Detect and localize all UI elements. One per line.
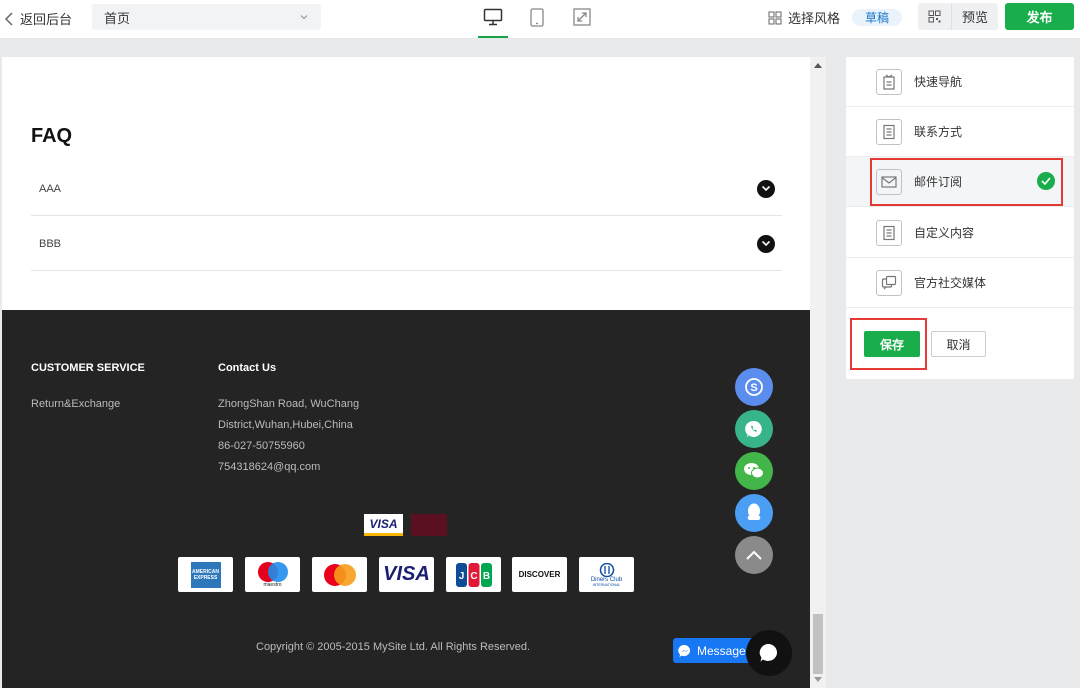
scroll-up-icon[interactable] xyxy=(814,63,822,68)
chevron-down-icon[interactable] xyxy=(757,179,775,198)
panel-item-label: 联系方式 xyxy=(914,125,963,139)
contact-doc-icon xyxy=(876,118,902,145)
qr-code-icon xyxy=(928,10,941,23)
chevron-left-icon xyxy=(4,11,13,26)
svg-text:S: S xyxy=(750,382,757,394)
choose-style-label: 选择风格 xyxy=(788,11,841,26)
qq-button[interactable] xyxy=(735,494,773,532)
social-share-icon xyxy=(876,269,902,296)
draft-badge: 草稿 xyxy=(852,9,902,26)
check-circle-icon xyxy=(1037,172,1055,190)
whatsapp-button[interactable] xyxy=(735,410,773,448)
canvas-scrollbar[interactable] xyxy=(810,57,826,688)
customer-service-heading: CUSTOMER SERVICE xyxy=(31,362,145,374)
back-to-top-button[interactable] xyxy=(735,536,773,574)
page-select-value: 首页 xyxy=(104,10,131,26)
qq-icon xyxy=(747,503,761,520)
skype-icon: S xyxy=(745,378,763,396)
chat-bubble-icon xyxy=(759,643,778,662)
panel-item-custom-content[interactable]: 自定义内容 xyxy=(846,208,1074,258)
grid-icon xyxy=(768,11,782,24)
nav-doc-icon xyxy=(876,68,902,95)
qr-preview-button[interactable] xyxy=(918,3,952,30)
diners-club-card-icon: Diners Club INTERNATIONAL xyxy=(579,557,634,592)
choose-style-button[interactable]: 选择风格 xyxy=(768,8,840,27)
scroll-thumb[interactable] xyxy=(813,614,823,674)
return-exchange-link[interactable]: Return&Exchange xyxy=(31,398,120,410)
save-button[interactable]: 保存 xyxy=(864,331,920,357)
faq-question: BBB xyxy=(39,237,62,250)
discover-card-icon: DISCOVER xyxy=(512,557,567,592)
svg-text:B: B xyxy=(482,571,489,582)
page-select[interactable]: 首页 xyxy=(92,4,321,30)
panel-item-email-subscribe[interactable]: 邮件订阅 xyxy=(846,157,1074,207)
messenger-icon xyxy=(678,644,691,657)
back-to-admin-button[interactable]: 返回后台 xyxy=(4,9,72,28)
skype-button[interactable]: S xyxy=(735,368,773,406)
custom-doc-icon xyxy=(876,219,902,246)
publish-button[interactable]: 发布 xyxy=(1005,3,1074,30)
tablet-view-button[interactable] xyxy=(524,5,550,29)
contact-us-heading: Contact Us xyxy=(218,362,277,374)
svg-text:C: C xyxy=(470,571,477,582)
visa-card-icon: VISA xyxy=(379,557,434,592)
faq-question: AAA xyxy=(39,182,62,195)
desktop-icon xyxy=(483,8,503,26)
mail-icon xyxy=(876,168,902,195)
wechat-button[interactable] xyxy=(735,452,773,490)
copyright-text: Copyright © 2005-2015 MySite Ltd. All Ri… xyxy=(256,641,531,653)
panel-item-quick-nav[interactable]: 快速导航 xyxy=(846,57,1074,107)
jcb-card-icon: JCB xyxy=(446,557,501,592)
whatsapp-icon xyxy=(745,420,762,437)
panel-item-label: 快速导航 xyxy=(914,75,963,89)
panel-item-label: 官方社交媒体 xyxy=(914,276,987,290)
faq-item[interactable]: AAA xyxy=(31,162,782,216)
wechat-icon xyxy=(744,463,764,479)
panel-item-label: 自定义内容 xyxy=(914,226,975,240)
page-canvas: FAQ AAA BBB CUSTOMER SERVICE Return&Exch… xyxy=(2,57,810,688)
maestro-card-icon: maestro xyxy=(245,557,300,592)
fullscreen-button[interactable] xyxy=(569,5,595,29)
faq-item[interactable]: BBB xyxy=(31,217,782,271)
svg-text:J: J xyxy=(458,571,464,582)
visa-small-icon: VISA xyxy=(364,514,403,536)
contact-phone: 86-027-50755960 xyxy=(218,440,305,452)
panel-item-social-media[interactable]: 官方社交媒体 xyxy=(846,258,1074,308)
back-label: 返回后台 xyxy=(20,12,73,27)
amex-card-icon: AMERICAN EXPRESS xyxy=(178,557,233,592)
site-footer: CUSTOMER SERVICE Return&Exchange Contact… xyxy=(2,310,810,688)
panel-item-contact[interactable]: 联系方式 xyxy=(846,107,1074,157)
faq-title: FAQ xyxy=(31,125,73,147)
preview-button[interactable]: 预览 xyxy=(952,7,998,26)
chevron-up-icon xyxy=(746,550,762,560)
cancel-button[interactable]: 取消 xyxy=(931,331,986,357)
scroll-down-icon[interactable] xyxy=(814,677,822,682)
contact-address-line: District,Wuhan,Hubei,China xyxy=(218,419,353,431)
top-toolbar: 返回后台 首页 选择风格 草稿 预览 发布 xyxy=(0,0,1080,39)
chevron-down-icon xyxy=(300,15,308,20)
tablet-icon xyxy=(530,7,544,27)
payment-placeholder-icon xyxy=(411,514,447,536)
preview-group: 预览 xyxy=(918,3,998,30)
live-chat-button[interactable] xyxy=(746,630,792,676)
messenger-label: Message xyxy=(697,643,746,658)
contact-email[interactable]: 754318624@qq.com xyxy=(218,461,320,473)
chevron-down-icon[interactable] xyxy=(757,234,775,253)
mastercard-card-icon xyxy=(312,557,367,592)
expand-icon xyxy=(573,8,591,26)
contact-address-line: ZhongShan Road, WuChang xyxy=(218,398,360,410)
desktop-view-button[interactable] xyxy=(478,5,508,38)
panel-item-label: 邮件订阅 xyxy=(914,175,963,189)
